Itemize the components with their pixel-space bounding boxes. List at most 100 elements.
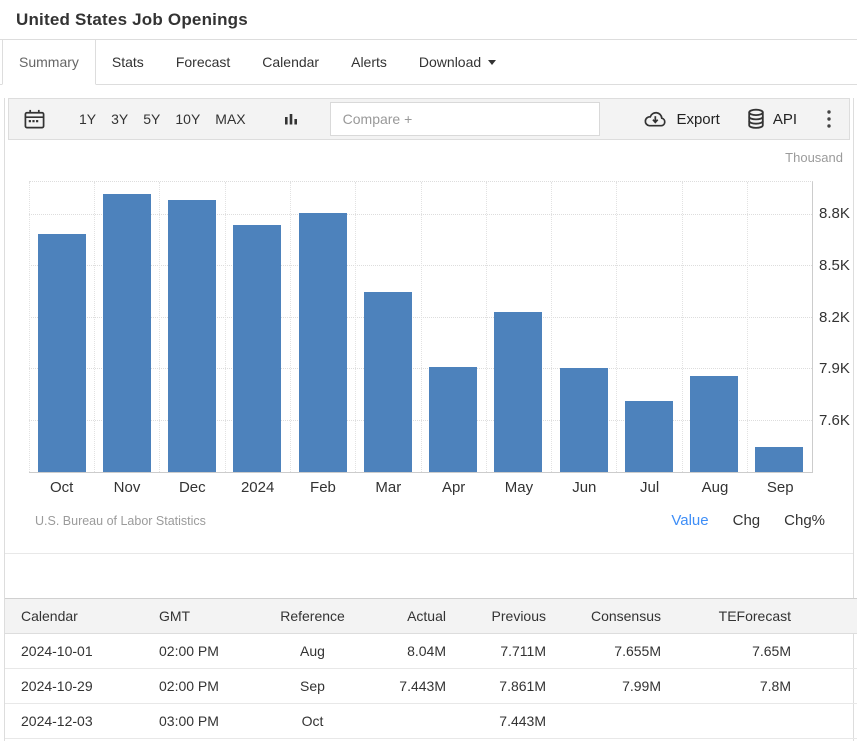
- column-spacer: [795, 599, 857, 634]
- tab-label: Forecast: [176, 54, 230, 70]
- bar-slot: [421, 182, 486, 472]
- cell-spacer: [795, 634, 857, 669]
- export-label: Export: [676, 111, 719, 128]
- bar[interactable]: [429, 367, 477, 472]
- tab-bar: Summary Stats Forecast Calendar Alerts D…: [0, 40, 857, 85]
- toggle-value[interactable]: Value: [671, 512, 708, 529]
- column-header: TEForecast: [665, 599, 795, 634]
- plot-area: [29, 181, 813, 473]
- bar[interactable]: [103, 194, 151, 472]
- kebab-menu-icon[interactable]: [823, 110, 835, 128]
- table-cell: 7.711M: [450, 634, 550, 669]
- tab-alerts[interactable]: Alerts: [335, 40, 403, 84]
- y-tick-label: 7.9K: [819, 360, 850, 378]
- tab-label: Download: [419, 54, 481, 70]
- y-tick-label: 7.6K: [819, 412, 850, 430]
- bar-slot: [94, 182, 159, 472]
- column-header: Consensus: [550, 599, 665, 634]
- tab-stats[interactable]: Stats: [96, 40, 160, 84]
- title-bar: United States Job Openings: [0, 0, 857, 40]
- column-header: Actual: [355, 599, 450, 634]
- x-tick-label: 2024: [225, 479, 290, 496]
- table-cell: 03:00 PM: [155, 704, 270, 739]
- calendar-table: CalendarGMTReferenceActualPreviousConsen…: [5, 598, 857, 739]
- bar[interactable]: [494, 312, 542, 472]
- toolbar-right: Export API: [642, 108, 835, 130]
- bar-slot: [616, 182, 681, 472]
- table-cell: Sep: [270, 669, 355, 704]
- period-10y[interactable]: 10Y: [173, 109, 202, 129]
- table-cell: 2024-10-01: [5, 634, 155, 669]
- table-cell: Aug: [270, 634, 355, 669]
- bar[interactable]: [233, 225, 281, 472]
- bar-slot: [682, 182, 747, 472]
- bar[interactable]: [690, 376, 738, 472]
- table-cell: 8.04M: [355, 634, 450, 669]
- table-cell: Oct: [270, 704, 355, 739]
- period-5y[interactable]: 5Y: [141, 109, 162, 129]
- column-header: GMT: [155, 599, 270, 634]
- bar-slot: [29, 182, 94, 472]
- column-header: Reference: [270, 599, 355, 634]
- table-cell: 02:00 PM: [155, 669, 270, 704]
- page-title: United States Job Openings: [16, 10, 248, 30]
- x-tick-label: Sep: [748, 479, 813, 496]
- table-cell: [355, 704, 450, 739]
- chart-unit-label: Thousand: [785, 150, 843, 165]
- y-axis-labels: 7.6K7.9K8.2K8.5K8.8K: [819, 181, 857, 473]
- tab-summary[interactable]: Summary: [2, 40, 96, 85]
- bar[interactable]: [560, 368, 608, 472]
- toggle-chg-pct[interactable]: Chg%: [784, 512, 825, 529]
- chart-toolbar: 1Y 3Y 5Y 10Y MAX Export: [8, 98, 850, 140]
- table-header: CalendarGMTReferenceActualPreviousConsen…: [5, 599, 857, 634]
- bar-slot: [225, 182, 290, 472]
- bar-slot: [747, 182, 812, 472]
- x-tick-label: Dec: [160, 479, 225, 496]
- column-header: Previous: [450, 599, 550, 634]
- tab-calendar[interactable]: Calendar: [246, 40, 335, 84]
- tab-download[interactable]: Download: [403, 40, 512, 84]
- compare-input[interactable]: [330, 102, 600, 136]
- tab-label: Summary: [19, 54, 79, 70]
- chart-area: Thousand 7.6K7.9K8.2K8.5K8.8K OctNovDec2…: [5, 140, 853, 554]
- period-1y[interactable]: 1Y: [77, 109, 98, 129]
- bar[interactable]: [38, 234, 86, 472]
- export-button[interactable]: Export: [642, 110, 719, 129]
- y-tick-label: 8.2K: [819, 309, 850, 327]
- bar[interactable]: [625, 401, 673, 472]
- x-tick-label: Oct: [29, 479, 94, 496]
- bar[interactable]: [755, 447, 803, 472]
- bar-slot: [290, 182, 355, 472]
- x-axis-labels: OctNovDec2024FebMarAprMayJunJulAugSep: [29, 479, 813, 496]
- bar[interactable]: [168, 200, 216, 472]
- bar[interactable]: [299, 213, 347, 472]
- x-tick-label: Jun: [552, 479, 617, 496]
- table-cell: 7.8M: [665, 669, 795, 704]
- bar-chart-icon[interactable]: [282, 110, 300, 128]
- bar-slot: [160, 182, 225, 472]
- table-cell: 02:00 PM: [155, 634, 270, 669]
- table-cell: [550, 704, 665, 739]
- x-tick-label: May: [486, 479, 551, 496]
- api-label: API: [773, 111, 797, 128]
- period-max[interactable]: MAX: [213, 109, 247, 129]
- y-tick-label: 8.5K: [819, 257, 850, 275]
- tab-forecast[interactable]: Forecast: [160, 40, 246, 84]
- x-tick-label: Aug: [682, 479, 747, 496]
- period-3y[interactable]: 3Y: [109, 109, 130, 129]
- api-button[interactable]: API: [746, 108, 797, 130]
- table-cell: 7.99M: [550, 669, 665, 704]
- table-row[interactable]: 2024-10-2902:00 PMSep7.443M7.861M7.99M7.…: [5, 669, 857, 704]
- column-header: Calendar: [5, 599, 155, 634]
- table-row[interactable]: 2024-12-0303:00 PMOct7.443M: [5, 704, 857, 739]
- bar-slot: [551, 182, 616, 472]
- calendar-icon[interactable]: [23, 108, 46, 130]
- table-row[interactable]: 2024-10-0102:00 PMAug8.04M7.711M7.655M7.…: [5, 634, 857, 669]
- table-cell: 2024-12-03: [5, 704, 155, 739]
- table-cell: 7.65M: [665, 634, 795, 669]
- table-cell: 7.655M: [550, 634, 665, 669]
- table-cell: 7.861M: [450, 669, 550, 704]
- bar[interactable]: [364, 292, 412, 472]
- series-toggles: Value Chg Chg%: [671, 512, 825, 529]
- toggle-chg[interactable]: Chg: [733, 512, 761, 529]
